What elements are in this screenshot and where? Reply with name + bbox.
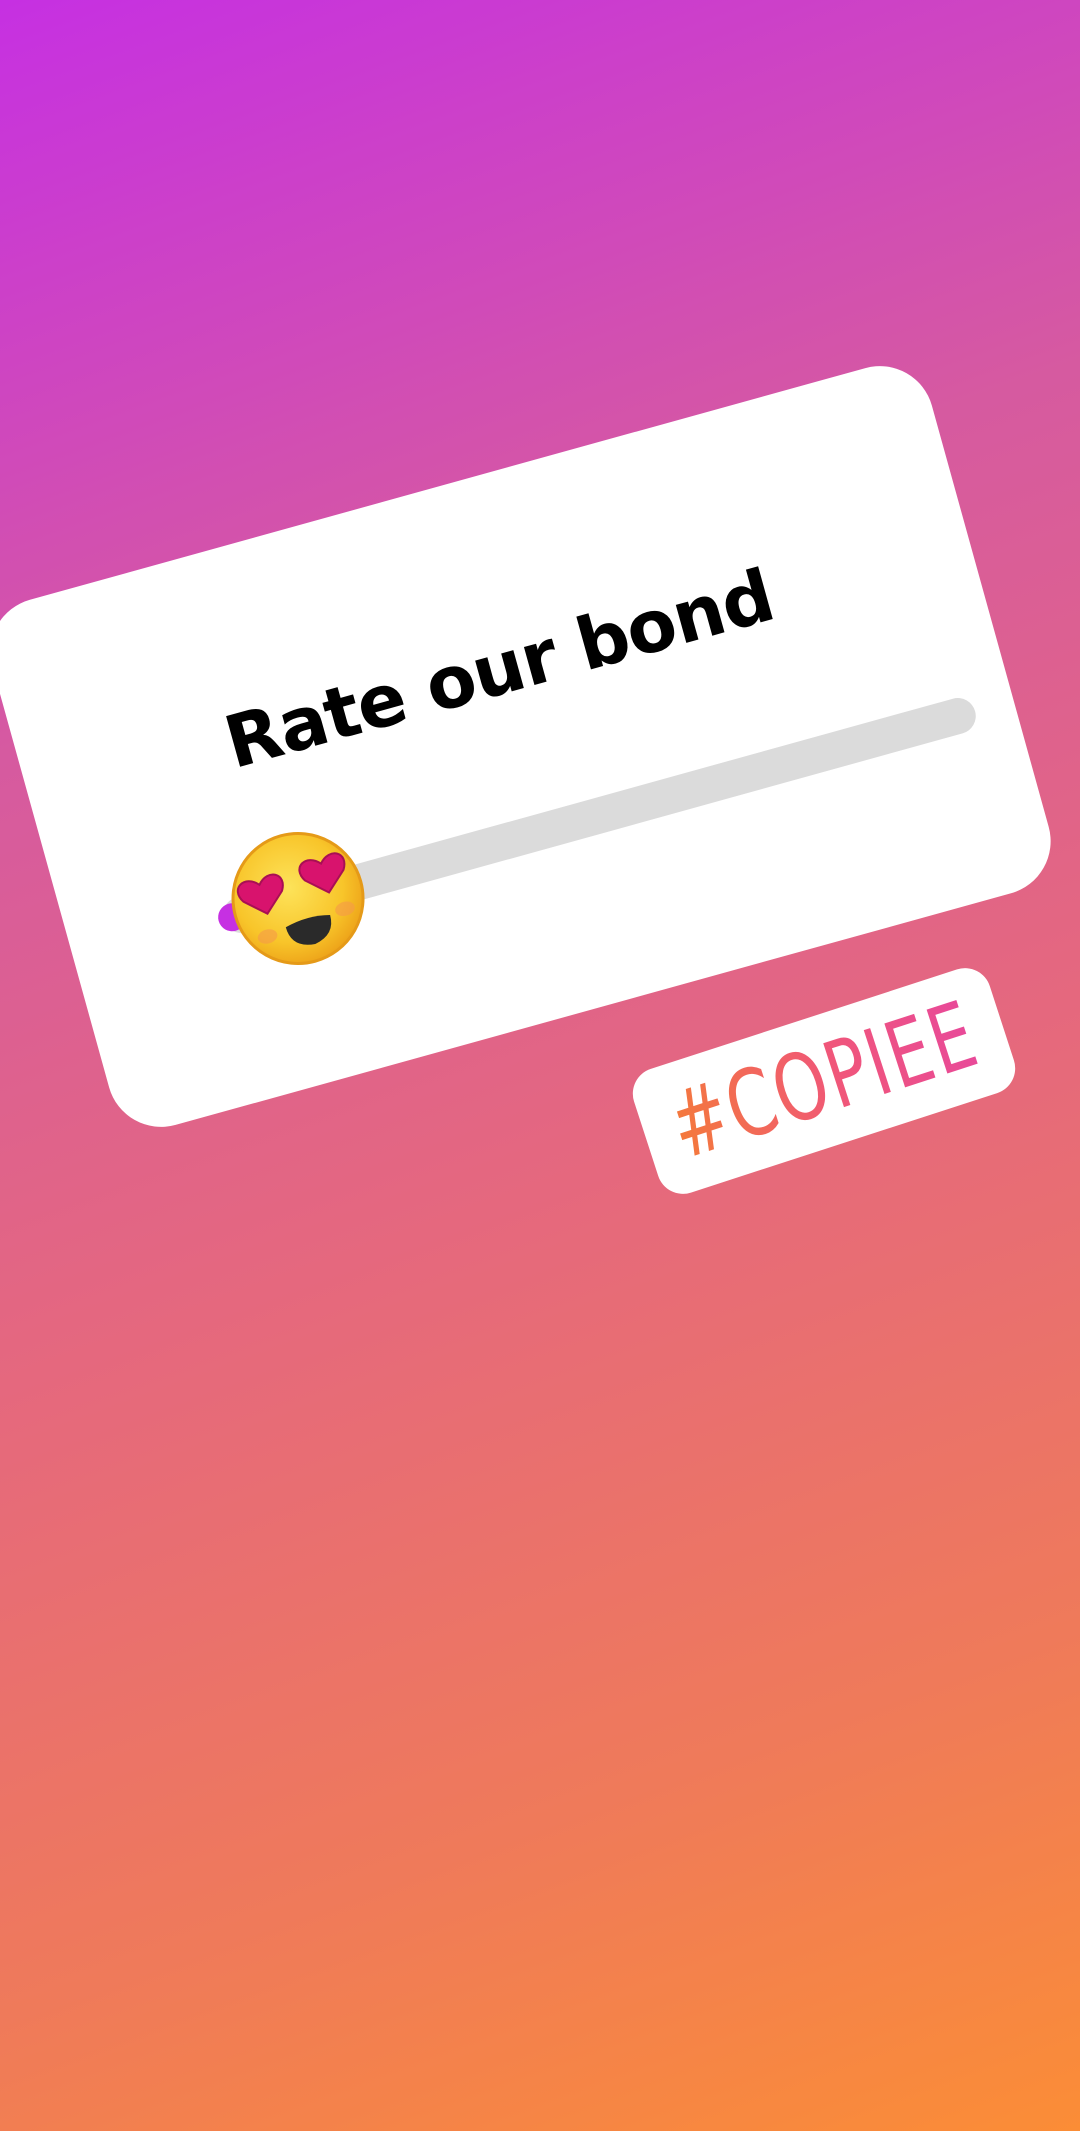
- heart-eyes-emoji-graphic: [231, 831, 365, 965]
- heart-eyes-emoji-icon[interactable]: [215, 815, 381, 981]
